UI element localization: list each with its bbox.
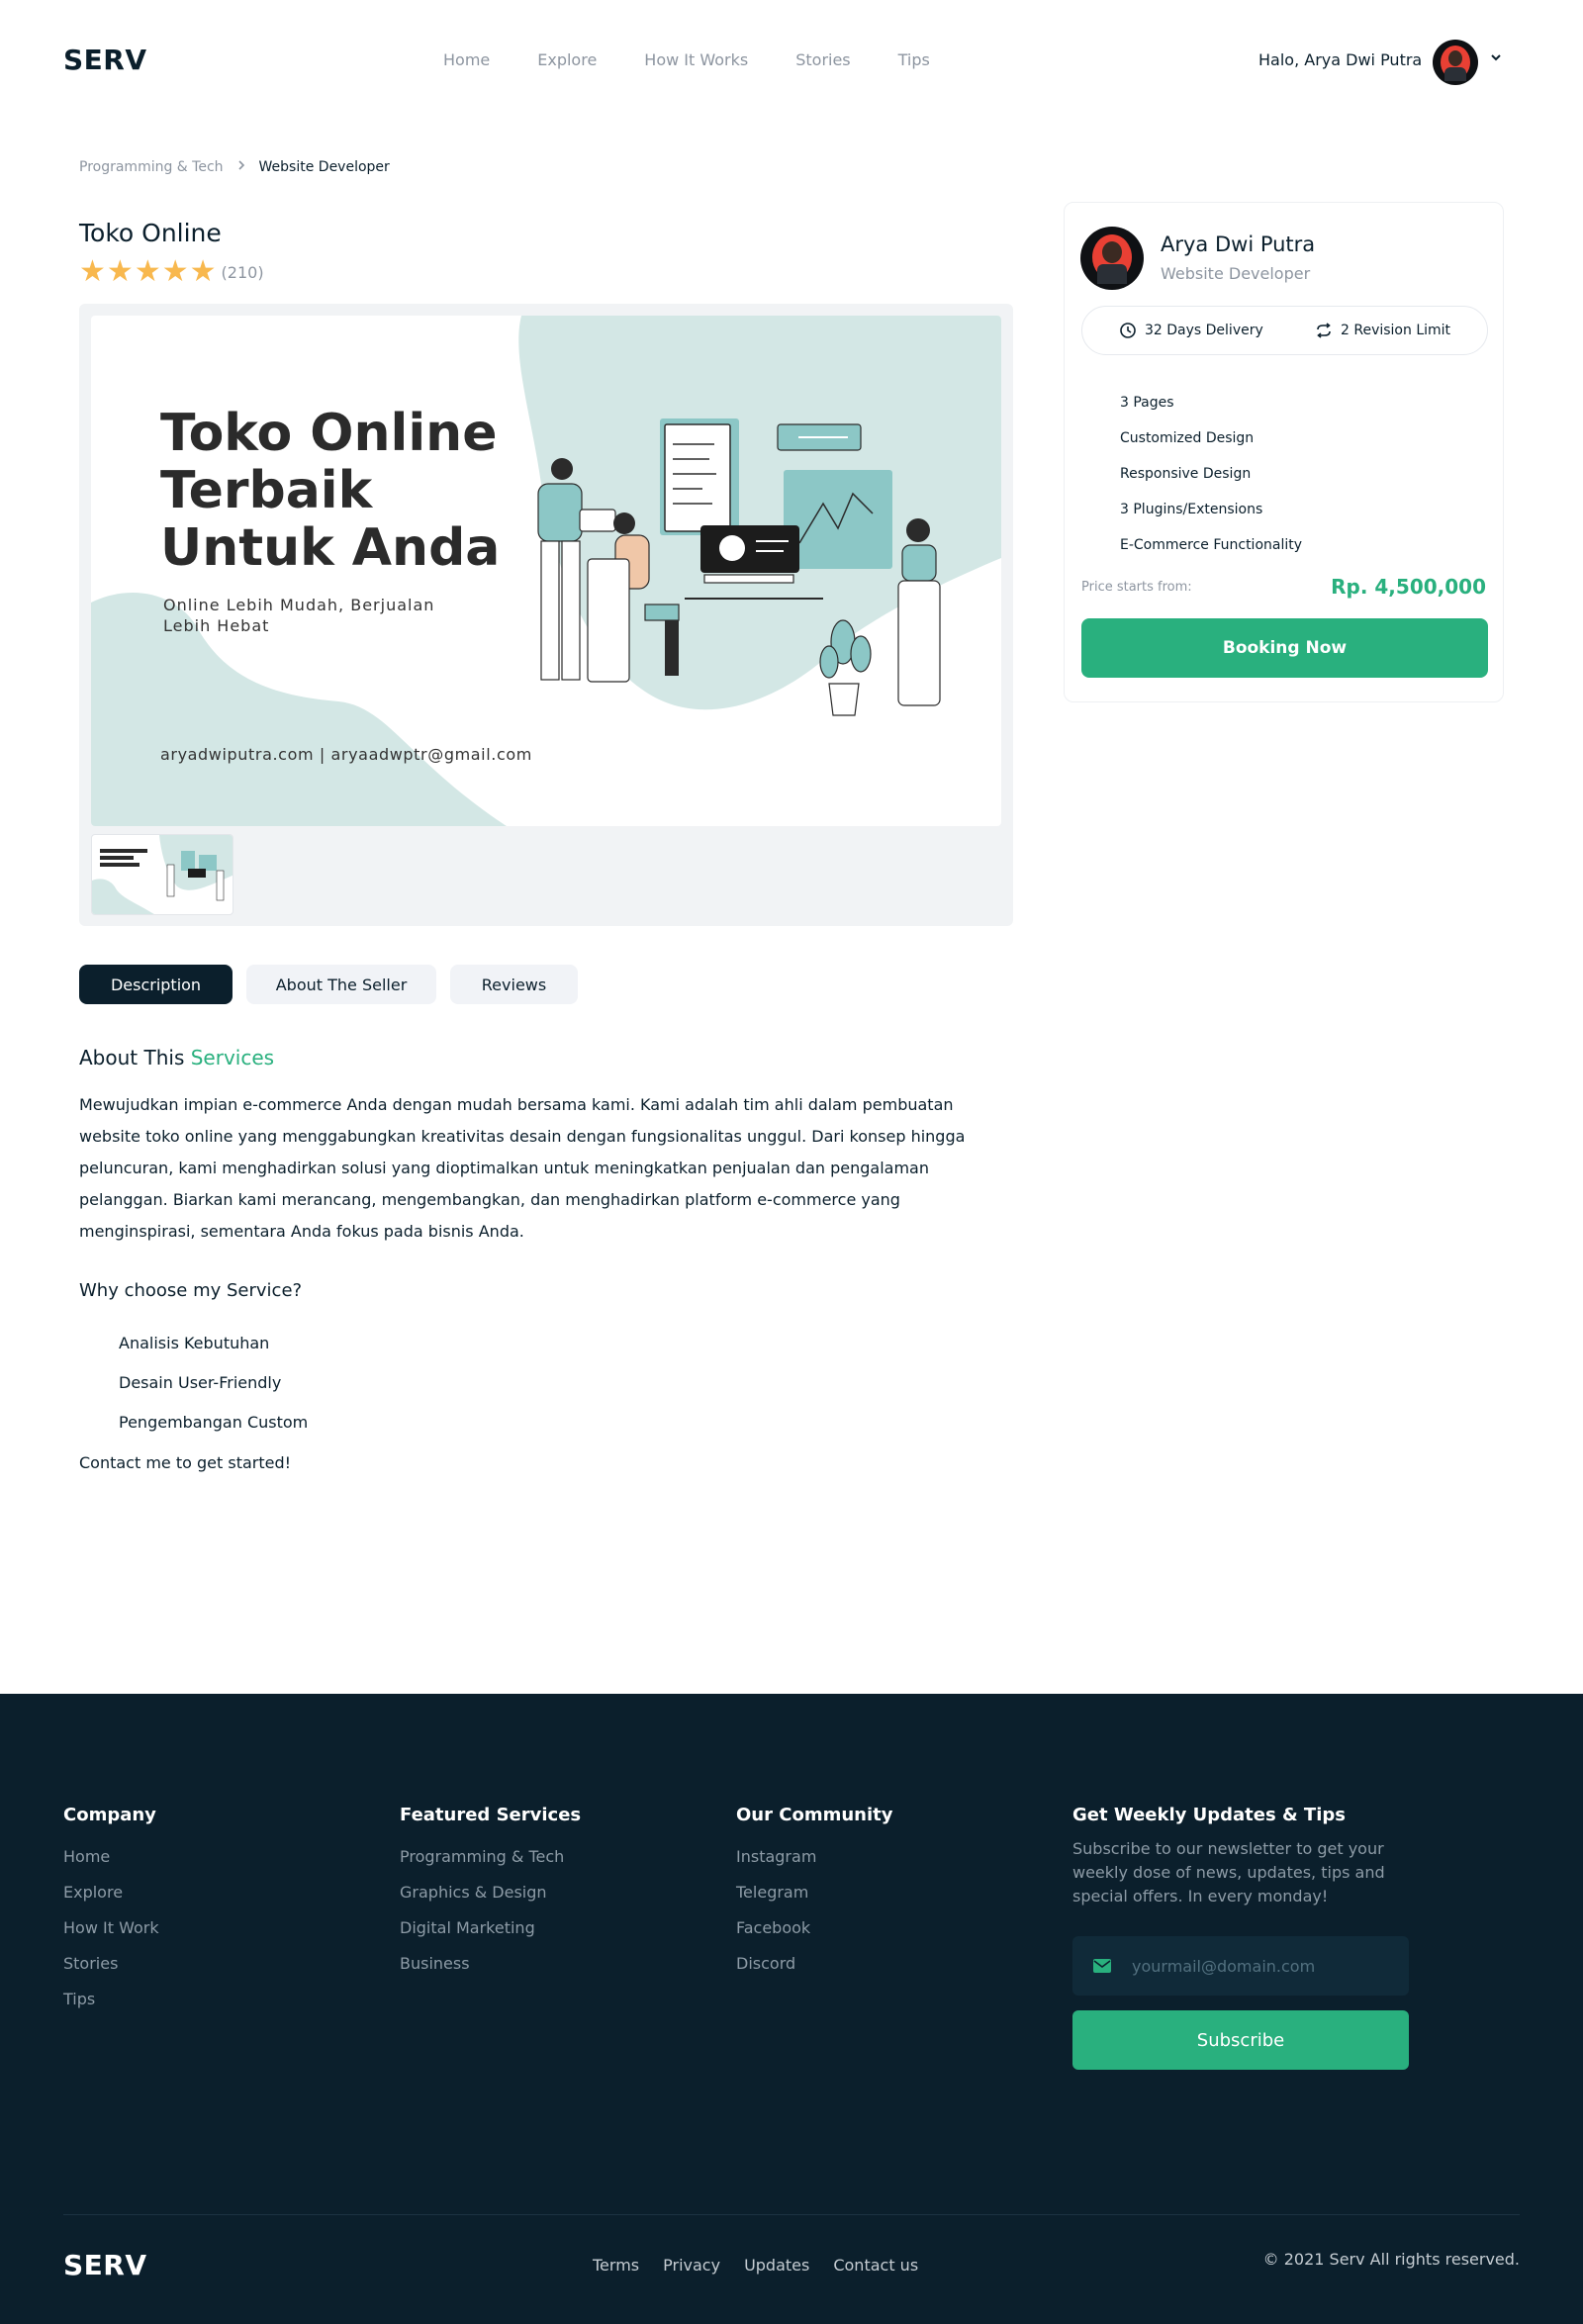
star-icon: ★ <box>134 254 161 289</box>
footer-link[interactable]: Home <box>63 1839 159 1875</box>
list-item: Analisis Kebutuhan <box>119 1334 270 1352</box>
user-greeting: Halo, Arya Dwi Putra <box>1258 50 1423 69</box>
rating: ★ ★ ★ ★ ★ (210) <box>79 257 264 287</box>
star-icon: ★ <box>189 254 217 289</box>
booking-button[interactable]: Booking Now <box>1081 618 1488 678</box>
nav-home[interactable]: Home <box>443 50 490 69</box>
seller-card: Arya Dwi Putra Website Developer 32 Days… <box>1064 202 1504 702</box>
seller-role: Website Developer <box>1161 264 1311 283</box>
list-item: E-Commerce Functionality <box>1120 537 1303 553</box>
footer-link[interactable]: Explore <box>63 1875 159 1910</box>
list-item: Desain User-Friendly <box>119 1373 282 1392</box>
delivery-time: 32 Days Delivery <box>1119 322 1263 339</box>
nav-stories[interactable]: Stories <box>795 50 850 69</box>
revision-limit: 2 Revision Limit <box>1315 322 1450 339</box>
review-count: (210) <box>221 262 264 282</box>
footer-link[interactable]: Tips <box>63 1982 159 2017</box>
footer-bottom-links: Terms Privacy Updates Contact us <box>593 2256 942 2275</box>
mail-icon <box>1093 1959 1111 1973</box>
image-gallery: Toko Online Terbaik Untuk Anda Online Le… <box>79 304 1013 926</box>
gallery-thumbnail[interactable] <box>91 834 233 915</box>
footer-link[interactable]: Stories <box>63 1946 159 1982</box>
price-label: Price starts from: <box>1081 580 1192 595</box>
footer-link[interactable]: Graphics & Design <box>400 1875 581 1910</box>
nav-explore[interactable]: Explore <box>537 50 597 69</box>
nav-tips[interactable]: Tips <box>898 50 930 69</box>
repeat-icon <box>1317 323 1331 338</box>
subscribe-button[interactable]: Subscribe <box>1072 2010 1409 2070</box>
footer: Company Home Explore How It Work Stories… <box>0 1694 1583 2324</box>
chevron-down-icon[interactable] <box>1490 51 1502 65</box>
detail-tabs: Description About The Seller Reviews <box>79 965 592 1004</box>
list-item: Pengembangan Custom <box>119 1413 309 1432</box>
why-list: Analisis Kebutuhan Desain User-Friendly … <box>119 1324 308 1442</box>
clock-icon <box>1120 323 1136 338</box>
footer-link-privacy[interactable]: Privacy <box>663 2256 720 2275</box>
price-value: Rp. 4,500,000 <box>1331 575 1486 599</box>
hero-title: Toko Online Terbaik Untuk Anda <box>160 404 501 578</box>
why-heading: Why choose my Service? <box>79 1280 303 1301</box>
seller-avatar[interactable] <box>1080 227 1144 290</box>
service-title: Toko Online <box>79 219 222 247</box>
about-heading-prefix: About This <box>79 1046 185 1069</box>
footer-link[interactable]: Business <box>400 1946 581 1982</box>
about-text: Mewujudkan impian e-commerce Anda dengan… <box>79 1095 966 1241</box>
seller-name[interactable]: Arya Dwi Putra <box>1161 232 1315 256</box>
footer-logo[interactable]: SERV <box>63 2249 147 2281</box>
footer-link[interactable]: Facebook <box>736 1910 892 1946</box>
nav-how-it-works[interactable]: How It Works <box>644 50 748 69</box>
star-icon: ★ <box>106 254 134 289</box>
footer-link[interactable]: How It Work <box>63 1910 159 1946</box>
footer-featured: Featured Services Programming & Tech Gra… <box>400 1805 581 1982</box>
footer-newsletter: Get Weekly Updates & Tips Subscribe to o… <box>1072 1805 1399 1908</box>
hero-image: Toko Online Terbaik Untuk Anda Online Le… <box>91 316 1001 826</box>
feature-list: 3 Pages Customized Design Responsive Des… <box>1120 385 1302 563</box>
about-heading: About This Services <box>79 1046 274 1069</box>
breadcrumb: Programming & Tech Website Developer <box>79 159 390 175</box>
newsletter-text: Subscribe to our newsletter to get your … <box>1072 1839 1385 1906</box>
footer-link[interactable]: Instagram <box>736 1839 892 1875</box>
delivery-info: 32 Days Delivery 2 Revision Limit <box>1081 306 1488 355</box>
tab-description[interactable]: Description <box>79 965 233 1004</box>
footer-heading: Get Weekly Updates & Tips <box>1072 1805 1346 1825</box>
list-item: 3 Plugins/Extensions <box>1120 502 1263 517</box>
footer-company: Company Home Explore How It Work Stories… <box>63 1805 159 2017</box>
chevron-right-icon <box>237 159 245 175</box>
list-item: Customized Design <box>1120 430 1255 446</box>
footer-heading: Company <box>63 1805 156 1825</box>
delivery-label: 32 Days Delivery <box>1145 323 1263 338</box>
contact-line: Contact me to get started! <box>79 1453 292 1472</box>
revision-label: 2 Revision Limit <box>1341 323 1451 338</box>
footer-link-terms[interactable]: Terms <box>593 2256 639 2275</box>
breadcrumb-parent[interactable]: Programming & Tech <box>79 159 224 175</box>
tab-about-seller[interactable]: About The Seller <box>246 965 436 1004</box>
footer-heading: Our Community <box>736 1805 893 1825</box>
footer-link[interactable]: Programming & Tech <box>400 1839 581 1875</box>
footer-heading: Featured Services <box>400 1805 582 1825</box>
star-icon: ★ <box>79 254 106 289</box>
main-nav: Home Explore How It Works Stories Tips <box>443 50 978 69</box>
list-item: Responsive Design <box>1120 466 1252 482</box>
footer-community: Our Community Instagram Telegram Faceboo… <box>736 1805 892 1982</box>
copyright: © 2021 Serv All rights reserved. <box>1262 2250 1520 2269</box>
hero-contact: aryadwiputra.com | aryaadwptr@gmail.com <box>160 745 532 764</box>
hero-subtitle: Online Lebih Mudah, Berjualan Lebih Heba… <box>163 596 435 635</box>
newsletter-email[interactable] <box>1072 1936 1409 1996</box>
footer-link[interactable]: Discord <box>736 1946 892 1982</box>
star-icon: ★ <box>161 254 189 289</box>
about-heading-accent: Services <box>190 1046 275 1069</box>
logo[interactable]: SERV <box>63 44 147 76</box>
footer-link[interactable]: Digital Marketing <box>400 1910 581 1946</box>
list-item: 3 Pages <box>1120 395 1174 411</box>
footer-link[interactable]: Telegram <box>736 1875 892 1910</box>
tab-reviews[interactable]: Reviews <box>450 965 578 1004</box>
footer-link-updates[interactable]: Updates <box>744 2256 809 2275</box>
footer-divider <box>63 2214 1520 2215</box>
email-field[interactable] <box>1132 1956 1389 1976</box>
footer-link-contact[interactable]: Contact us <box>833 2256 918 2275</box>
user-avatar[interactable] <box>1433 40 1478 85</box>
breadcrumb-current: Website Developer <box>258 159 390 175</box>
